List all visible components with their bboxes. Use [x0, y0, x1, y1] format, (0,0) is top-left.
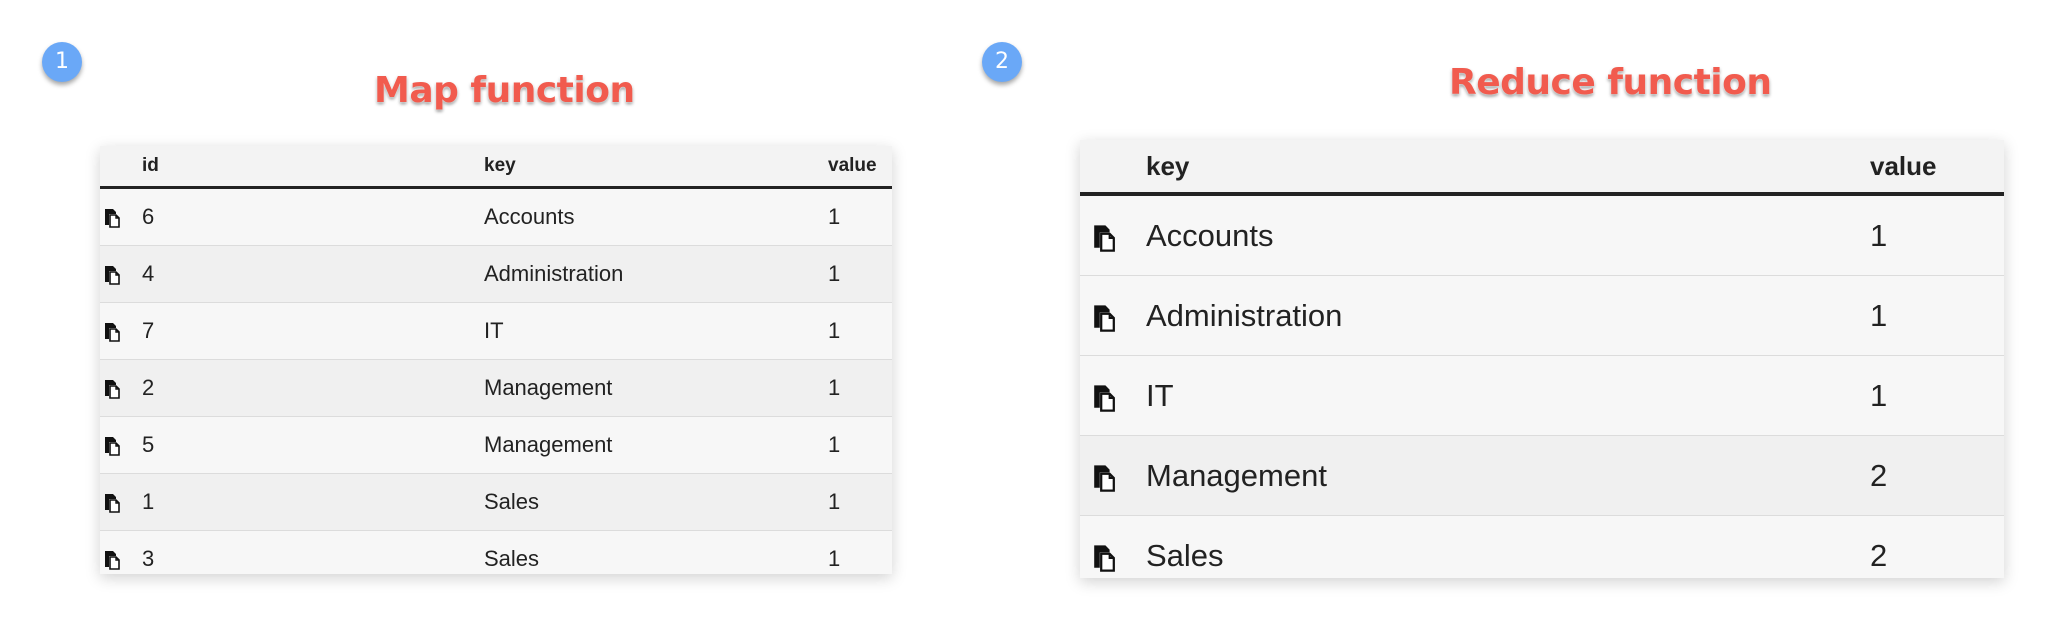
- map-results-table: id key value 6 Accounts 1 4 Administration 1 7…: [100, 146, 892, 574]
- reduce-cell-value: 2: [1870, 458, 1888, 493]
- map-cell-key: Management: [484, 432, 613, 457]
- map-header-value[interactable]: value: [828, 146, 877, 186]
- document-copy-icon[interactable]: [1090, 516, 1120, 578]
- reduce-cell-key: Accounts: [1146, 218, 1274, 253]
- map-cell-key: Sales: [484, 489, 540, 514]
- reduce-cell-value: 2: [1870, 538, 1888, 573]
- reduce-table-row[interactable]: Management 2: [1080, 436, 2004, 516]
- map-cell-key: Sales: [484, 546, 540, 571]
- document-copy-icon[interactable]: [102, 531, 124, 574]
- document-copy-icon[interactable]: [102, 303, 124, 359]
- map-table-row[interactable]: 1 Sales 1: [100, 474, 892, 531]
- map-table-row[interactable]: 6 Accounts 1: [100, 189, 892, 246]
- reduce-table-header: key value: [1080, 140, 2004, 196]
- map-cell-id: 5: [142, 432, 155, 457]
- map-cell-value: 1: [828, 204, 841, 229]
- map-table-row[interactable]: 5 Management 1: [100, 417, 892, 474]
- document-copy-icon[interactable]: [102, 417, 124, 473]
- reduce-header-key[interactable]: key: [1146, 140, 1189, 192]
- document-copy-icon[interactable]: [1090, 276, 1120, 355]
- map-cell-value: 1: [828, 546, 841, 571]
- reduce-cell-value: 1: [1870, 378, 1888, 413]
- map-cell-key: Accounts: [484, 204, 575, 229]
- map-header-key[interactable]: key: [484, 146, 516, 186]
- map-cell-id: 1: [142, 489, 155, 514]
- map-cell-key: IT: [484, 318, 504, 343]
- document-copy-icon[interactable]: [102, 474, 124, 530]
- map-cell-id: 7: [142, 318, 155, 343]
- reduce-table-row[interactable]: Accounts 1: [1080, 196, 2004, 276]
- map-cell-key: Management: [484, 375, 613, 400]
- map-cell-key: Administration: [484, 261, 624, 286]
- map-table-body: 6 Accounts 1 4 Administration 1 7 IT 1 2 Managemen…: [100, 189, 892, 574]
- screenshot-stage: 1 2 Map function Reduce function id key …: [0, 0, 2064, 619]
- reduce-cell-value: 1: [1870, 298, 1888, 333]
- reduce-results-table: key value Accounts 1 Administration 1 IT 1 Man…: [1080, 140, 2004, 578]
- reduce-table-row[interactable]: Sales 2: [1080, 516, 2004, 578]
- map-cell-id: 3: [142, 546, 155, 571]
- map-header-id[interactable]: id: [142, 146, 159, 186]
- map-cell-value: 1: [828, 318, 841, 343]
- map-cell-id: 2: [142, 375, 155, 400]
- reduce-header-value[interactable]: value: [1870, 140, 1937, 192]
- map-table-row[interactable]: 4 Administration 1: [100, 246, 892, 303]
- map-cell-value: 1: [828, 489, 841, 514]
- map-table-header: id key value: [100, 146, 892, 189]
- reduce-cell-value: 1: [1870, 218, 1888, 253]
- map-cell-value: 1: [828, 375, 841, 400]
- document-copy-icon[interactable]: [102, 246, 124, 302]
- reduce-table-row[interactable]: IT 1: [1080, 356, 2004, 436]
- map-table-row[interactable]: 3 Sales 1: [100, 531, 892, 574]
- document-copy-icon[interactable]: [1090, 356, 1120, 435]
- document-copy-icon[interactable]: [1090, 196, 1120, 275]
- document-copy-icon[interactable]: [102, 189, 124, 245]
- map-table-row[interactable]: 7 IT 1: [100, 303, 892, 360]
- map-function-callout: Map function: [374, 70, 635, 111]
- reduce-cell-key: IT: [1146, 378, 1174, 413]
- map-table-row[interactable]: 2 Management 1: [100, 360, 892, 417]
- reduce-function-callout: Reduce function: [1449, 62, 1772, 103]
- step-badge-2: 2: [982, 42, 1022, 82]
- reduce-table-body: Accounts 1 Administration 1 IT 1 Management 2 Sa…: [1080, 196, 2004, 578]
- map-cell-id: 4: [142, 261, 155, 286]
- document-copy-icon[interactable]: [1090, 436, 1120, 515]
- map-cell-value: 1: [828, 432, 841, 457]
- reduce-table-row[interactable]: Administration 1: [1080, 276, 2004, 356]
- map-cell-value: 1: [828, 261, 841, 286]
- map-cell-id: 6: [142, 204, 155, 229]
- step-badge-1: 1: [42, 42, 82, 82]
- reduce-cell-key: Sales: [1146, 538, 1224, 573]
- reduce-cell-key: Administration: [1146, 298, 1343, 333]
- reduce-cell-key: Management: [1146, 458, 1327, 493]
- document-copy-icon[interactable]: [102, 360, 124, 416]
